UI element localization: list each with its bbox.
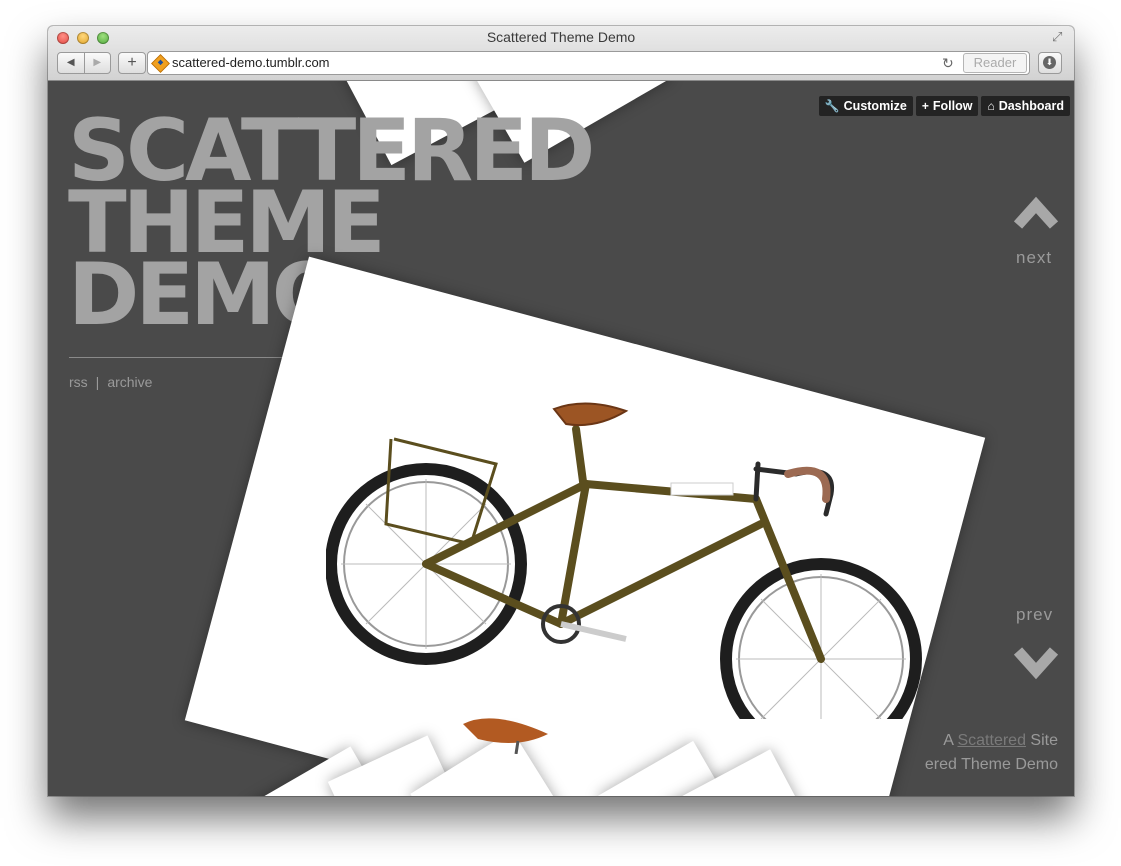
reload-icon[interactable]: ↻ (942, 55, 954, 72)
back-button[interactable]: ◀ (58, 53, 84, 73)
blog-links: rss | archive (69, 374, 152, 390)
fullscreen-icon[interactable]: ⤢ (1052, 30, 1066, 44)
new-tab-button[interactable]: + (118, 52, 146, 74)
plus-icon: + (921, 99, 929, 113)
chevron-up-icon[interactable] (1012, 193, 1060, 231)
rss-link[interactable]: rss (69, 374, 88, 390)
window-title: Scattered Theme Demo (486, 29, 636, 45)
wrench-icon: 🔧 (824, 99, 840, 113)
prev-link[interactable]: prev (1016, 605, 1053, 625)
footer-blog-name[interactable]: ered Theme Demo (925, 753, 1058, 777)
follow-button[interactable]: + Follow (915, 96, 979, 116)
reader-button[interactable]: Reader (963, 53, 1027, 73)
tumblr-controls: 🔧 Customize + Follow ⌂ Dashboard (818, 96, 1070, 116)
scattered-link[interactable]: Scattered (957, 732, 1025, 749)
archive-link[interactable]: archive (107, 374, 152, 390)
url-text[interactable]: scattered-demo.tumblr.com (172, 55, 330, 70)
address-bar[interactable]: scattered-demo.tumblr.com ↻ Reader (147, 51, 1030, 75)
forward-button[interactable]: ▶ (83, 53, 111, 73)
downloads-button[interactable]: ⬇ (1038, 52, 1062, 74)
footer-prefix: A (943, 732, 954, 749)
link-separator: | (95, 374, 100, 390)
next-link[interactable]: next (1016, 248, 1052, 268)
dashboard-label: Dashboard (998, 99, 1064, 113)
saddle-thumbnail-image (463, 718, 548, 754)
home-icon: ⌂ (987, 99, 995, 113)
browser-window: Scattered Theme Demo ⤢ ◀ ▶ + scattered-d… (48, 26, 1074, 796)
download-icon: ⬇ (1043, 56, 1056, 69)
bicycle-image (326, 402, 922, 719)
page-content: SCATTERED THEME DEMO rss | archive 🔧 Cus… (48, 81, 1074, 796)
footer-suffix: Site (1030, 732, 1058, 749)
browser-toolbar: Scattered Theme Demo ⤢ ◀ ▶ + scattered-d… (48, 26, 1074, 81)
customize-button[interactable]: 🔧 Customize (818, 96, 913, 116)
customize-label: Customize (843, 99, 907, 113)
back-forward-buttons: ◀ ▶ (57, 52, 111, 74)
footer-credit: A Scattered Site ered Theme Demo (925, 729, 1058, 777)
site-favicon-icon (151, 54, 170, 73)
follow-label: Follow (932, 99, 973, 113)
title-divider (69, 357, 314, 358)
dashboard-button[interactable]: ⌂ Dashboard (981, 96, 1070, 116)
chevron-down-icon[interactable] (1012, 645, 1060, 683)
